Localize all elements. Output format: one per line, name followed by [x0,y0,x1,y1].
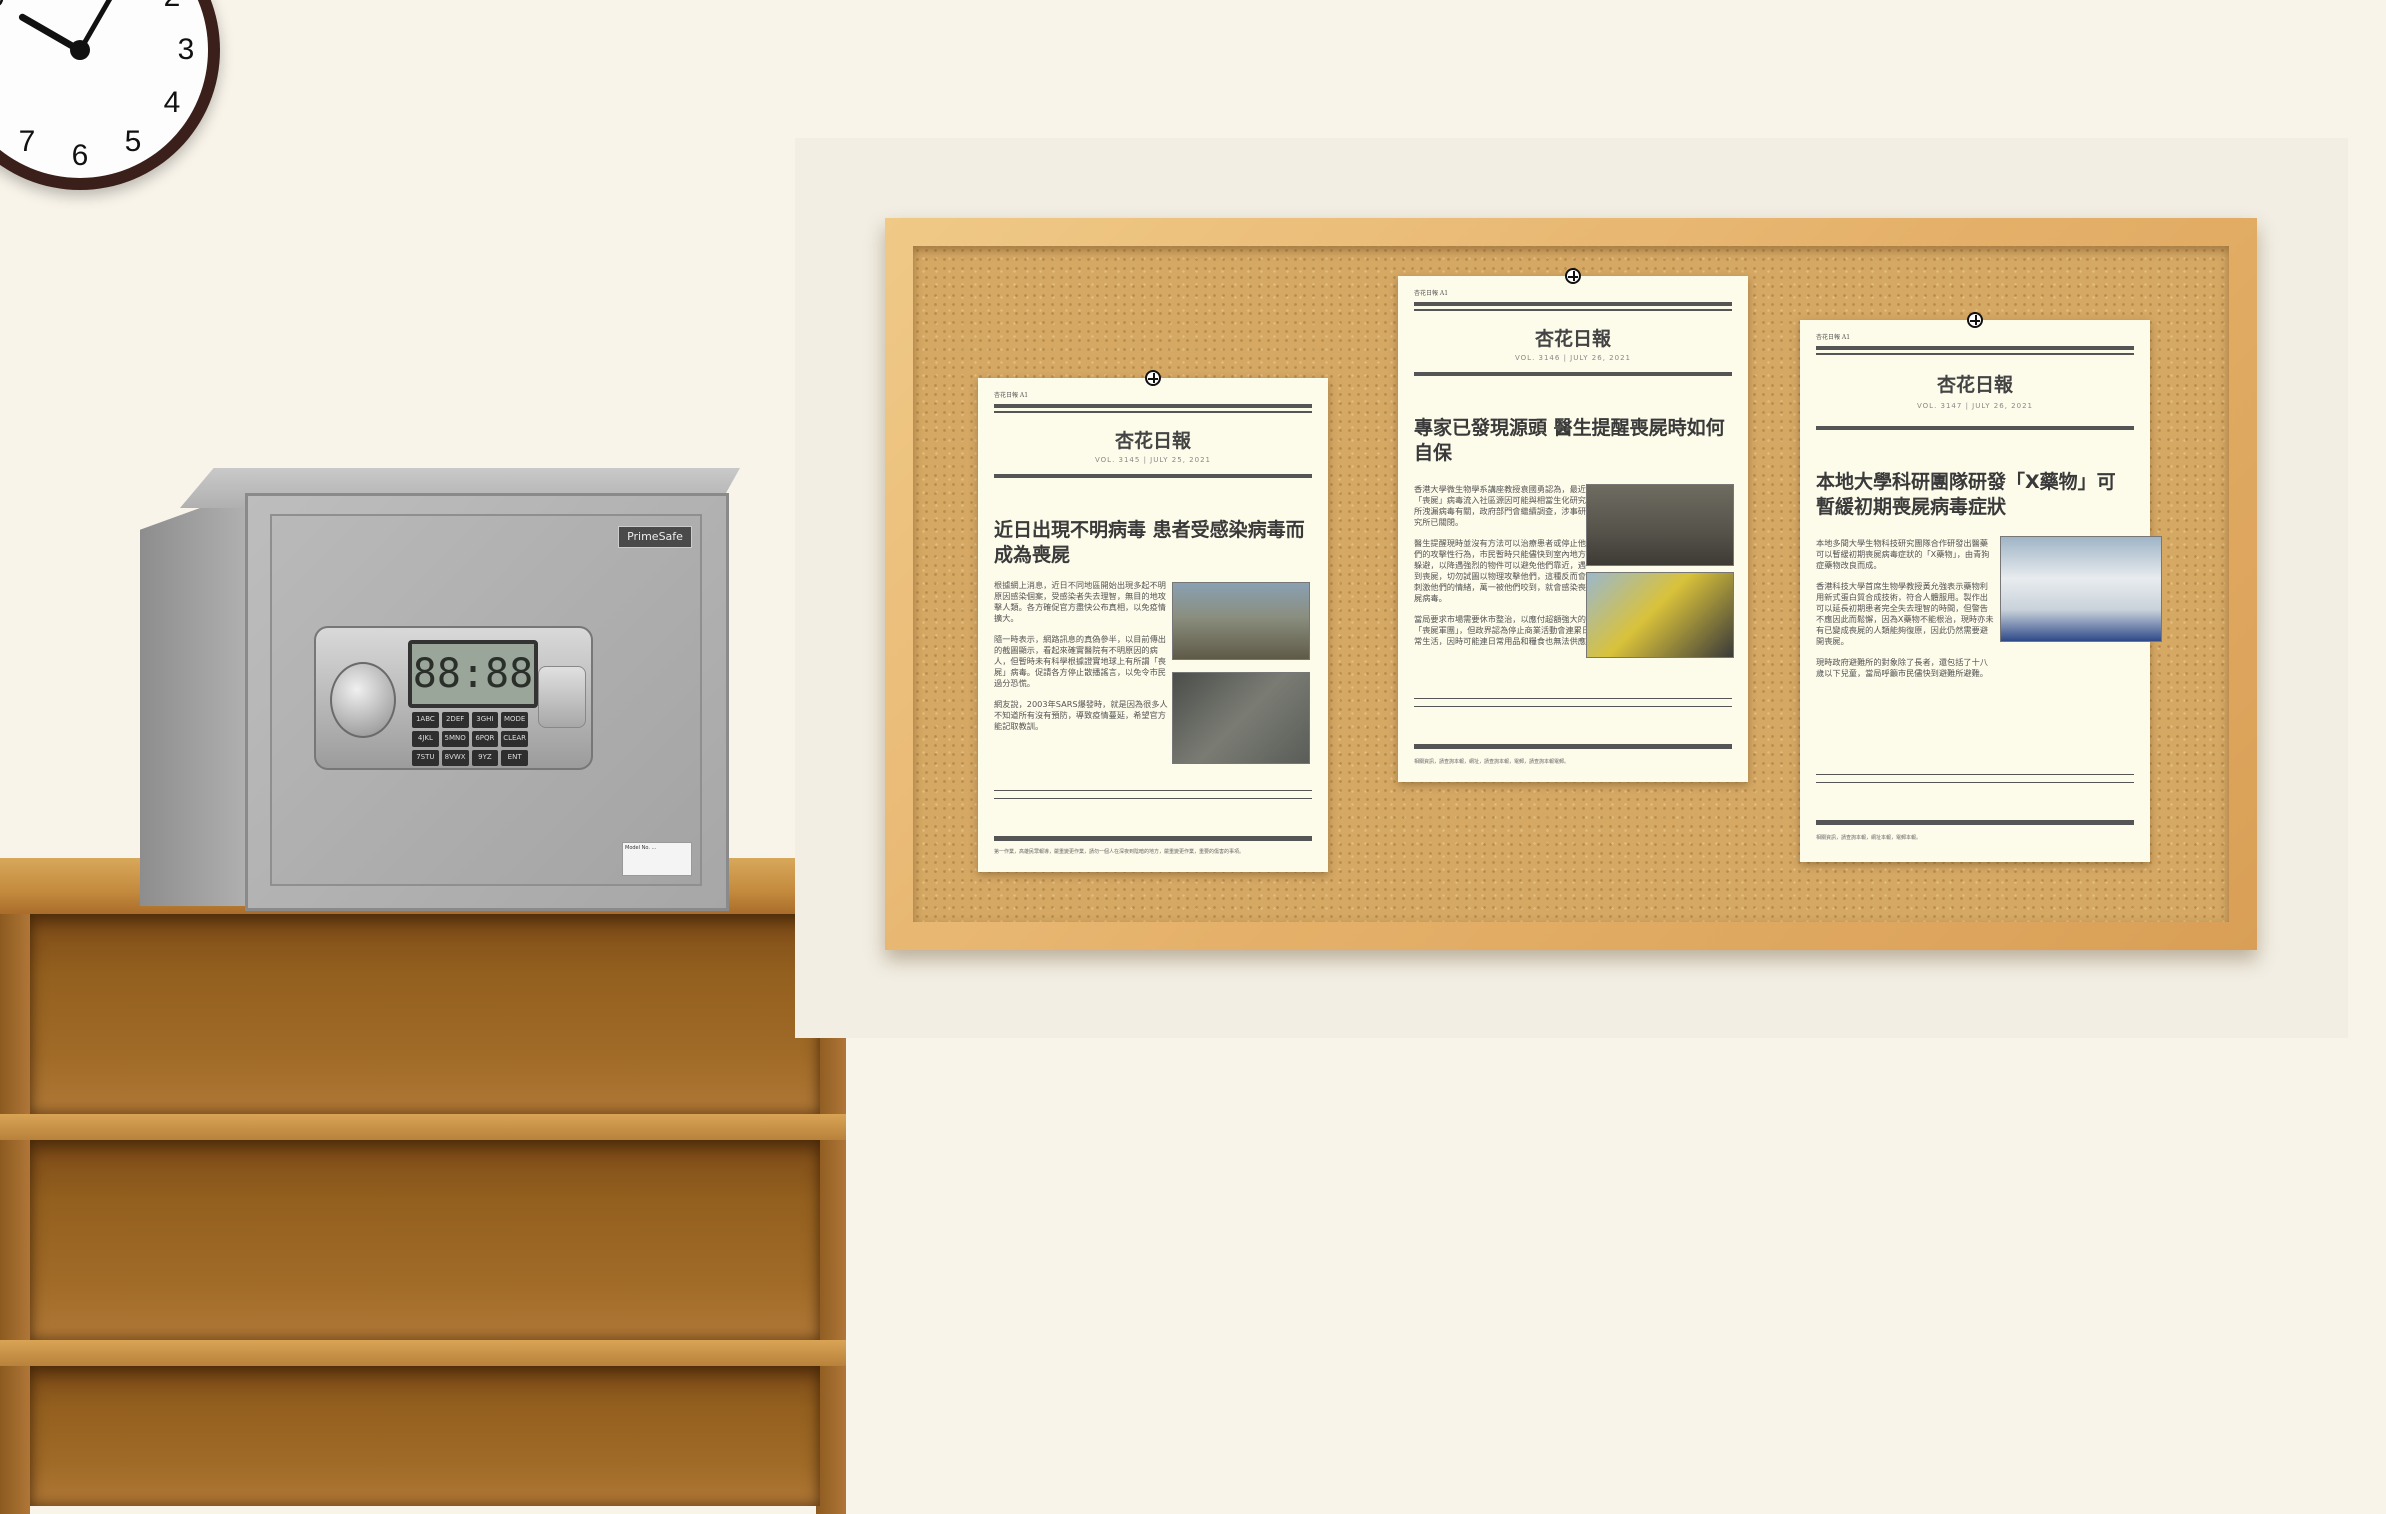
bookshelf[interactable] [0,858,846,1514]
divider [994,790,1312,791]
wall-clock[interactable]: 12 1 2 3 4 5 6 7 8 9 10 11 [0,0,220,190]
safe-front: PrimeSafe 88:88 1ABC 2DEF 3GHI MODE 4JKL… [245,493,729,911]
newspaper-3[interactable]: 杏花日報 A1 杏花日報 VOL. 3147 | JULY 26, 2021 本… [1800,312,2162,862]
safe-key[interactable]: MODE [501,712,528,728]
safe-key[interactable]: 7STU [412,750,439,766]
divider [994,798,1312,799]
paper-volume: VOL. 3147 | JULY 26, 2021 [1917,402,2033,410]
paper-masthead: 杏花日報 [1936,374,2013,396]
news-photo [1586,572,1734,658]
pin-icon [1145,370,1161,386]
divider [1816,426,2134,430]
paper-body: 根據網上消息，近日不同地區開始出現多起不明原因感染個案，受感染者失去理智，無目的… [994,580,1174,742]
paper-masthead: 杏花日報 [1534,328,1611,350]
paper-headline: 本地大學科研團隊研發「X藥物」可暫緩初期喪屍病毒症狀 [1816,471,2116,518]
safe-latch [538,666,586,728]
safe-key[interactable]: 3GHI [471,712,499,728]
paragraph: 本地多間大學生物科技研究團隊合作研發出醫藥可以暫緩初期喪屍病毒症狀的「X藥物」，… [1816,538,1990,570]
safe-door[interactable]: PrimeSafe 88:88 1ABC 2DEF 3GHI MODE 4JKL… [270,514,702,886]
paper-body: 本地多間大學生物科技研究團隊合作研發出醫藥可以暫緩初期喪屍病毒症狀的「X藥物」，… [1816,538,1996,689]
paper-volume: VOL. 3145 | JULY 25, 2021 [1095,456,1211,464]
paper-kicker: 杏花日報 A1 [1816,334,1851,341]
safe-side [140,488,255,906]
safe-key[interactable]: 9YZ [471,750,499,766]
safe-key[interactable]: CLEAR [501,731,528,747]
paragraph: 醫生提醒現時並沒有方法可以治療患者或停止他們的攻擊性行為，市民暫時只能儘快到室內… [1414,538,1586,603]
shelf-board [0,1114,846,1140]
paragraph: 當局要求市場需要休市整治，以應付超額強大的「喪屍軍團」，但政界認為停止商業活動會… [1414,614,1591,646]
pin-icon [1565,268,1581,284]
clock-number: 8 [0,83,8,123]
divider [1816,353,2134,355]
shelf-side-left [0,914,30,1514]
shelf-compartment-1[interactable] [30,914,820,1114]
paper-footer: 相關資訊，請查詢本報，網址本報，電郵本報。 [1816,835,1922,841]
paper-headline: 近日出現不明病毒 患者受感染病毒而成為喪屍 [994,519,1305,566]
divider [1414,372,1732,376]
cork-board[interactable]: 杏花日報 A1 杏花日報 VOL. 3145 | JULY 25, 2021 近… [885,218,2257,950]
paragraph: 網友說，2003年SARS爆發時，就是因為很多人不知道所有沒有預防，導致疫情蔓延… [994,699,1168,731]
clock-hub [70,40,90,60]
safe-keypad[interactable]: 1ABC 2DEF 3GHI MODE 4JKL 5MNO 6PQR CLEAR… [412,712,528,766]
shelf-compartment-2[interactable] [30,1140,820,1340]
safe[interactable]: PrimeSafe 88:88 1ABC 2DEF 3GHI MODE 4JKL… [140,468,740,911]
divider [1816,820,2134,825]
clock-number: 2 [152,0,192,17]
paragraph: 隨一時表示，網路訊息的真偽參半，以目前傳出的截圖顯示，看起來確實醫院有不明原因的… [994,634,1166,688]
safe-key[interactable]: 2DEF [441,712,469,728]
safe-key[interactable]: 5MNO [441,731,469,747]
paper-kicker: 杏花日報 A1 [1414,290,1449,297]
divider [1414,698,1732,699]
divider [1414,706,1732,707]
divider [1414,309,1732,311]
divider [1816,782,2134,783]
paragraph: 香港科技大學首席生物學教授黃允強表示藥物利用新式蛋白質合成技術，符合人體服用。製… [1816,581,1994,646]
divider [1816,774,2134,775]
divider [994,411,1312,413]
clock-number: 3 [177,33,195,66]
news-photo [1172,672,1310,764]
safe-lock-panel: 88:88 1ABC 2DEF 3GHI MODE 4JKL 5MNO 6PQR… [314,626,593,770]
safe-key[interactable]: 8VWX [441,750,469,766]
paper-body: 香港大學微生物學系講座教授袁國勇認為，最近「喪屍」病毒流入社區源因可能與相當生化… [1414,484,1594,657]
clock-number: 10 [0,0,8,17]
pin-icon [1967,312,1983,328]
paragraph: 根據網上消息，近日不同地區開始出現多起不明原因感染個案，受感染者失去理智，無目的… [994,580,1166,623]
clock-number: 7 [18,125,36,158]
paper-headline: 專家已發現源頭 醫生提醒喪屍時如何自保 [1414,417,1725,464]
divider [994,836,1312,841]
safe-key[interactable]: 6PQR [471,731,499,747]
safe-display: 88:88 [408,640,538,708]
news-photo [2000,536,2162,642]
clock-number: 4 [163,86,181,119]
divider [1414,302,1732,306]
safe-knob[interactable] [330,662,396,738]
divider [1816,346,2134,350]
divider [1414,744,1732,749]
safe-key[interactable]: 4JKL [412,731,439,747]
clock-number: 5 [124,125,142,158]
newspaper-1[interactable]: 杏花日報 A1 杏花日報 VOL. 3145 | JULY 25, 2021 近… [978,370,1328,872]
safe-key[interactable]: 1ABC [412,712,439,728]
shelf-board [0,1340,846,1366]
news-photo [1172,582,1310,660]
safe-brand-plate: PrimeSafe [618,526,692,548]
shelf-compartment-3[interactable] [30,1366,820,1506]
paragraph: 現時政府避難所的對象除了長者，還包括了十八歲以下兒童，當局呼籲市民儘快到避難所避… [1816,657,1988,678]
paper-volume: VOL. 3146 | JULY 26, 2021 [1515,354,1631,362]
paragraph: 香港大學微生物學系講座教授袁國勇認為，最近「喪屍」病毒流入社區源因可能與相當生化… [1414,484,1586,527]
paper-masthead: 杏花日報 [1114,430,1191,452]
paper-kicker: 杏花日報 A1 [994,392,1029,399]
divider [994,474,1312,478]
cork-surface: 杏花日報 A1 杏花日報 VOL. 3145 | JULY 25, 2021 近… [913,246,2229,922]
divider [994,404,1312,408]
newspaper-2[interactable]: 杏花日報 A1 杏花日報 VOL. 3146 | JULY 26, 2021 專… [1398,268,1748,782]
paper-footer: 相關資訊，請查詢本報，網址，請查詢本報，電郵，請查詢本報電郵。 [1414,759,1570,765]
news-photo [1586,484,1734,566]
clock-face: 12 1 2 3 4 5 6 7 8 9 10 11 [0,0,208,178]
safe-label: Model No. ... [622,842,692,876]
paper-footer: 第一作業，高雄民眾報導，嚴重變更作業，請勿一個人在深夜到陰暗的地方，嚴重變更作業… [994,849,1245,855]
safe-key[interactable]: ENT [501,750,528,766]
clock-number: 6 [71,139,89,172]
